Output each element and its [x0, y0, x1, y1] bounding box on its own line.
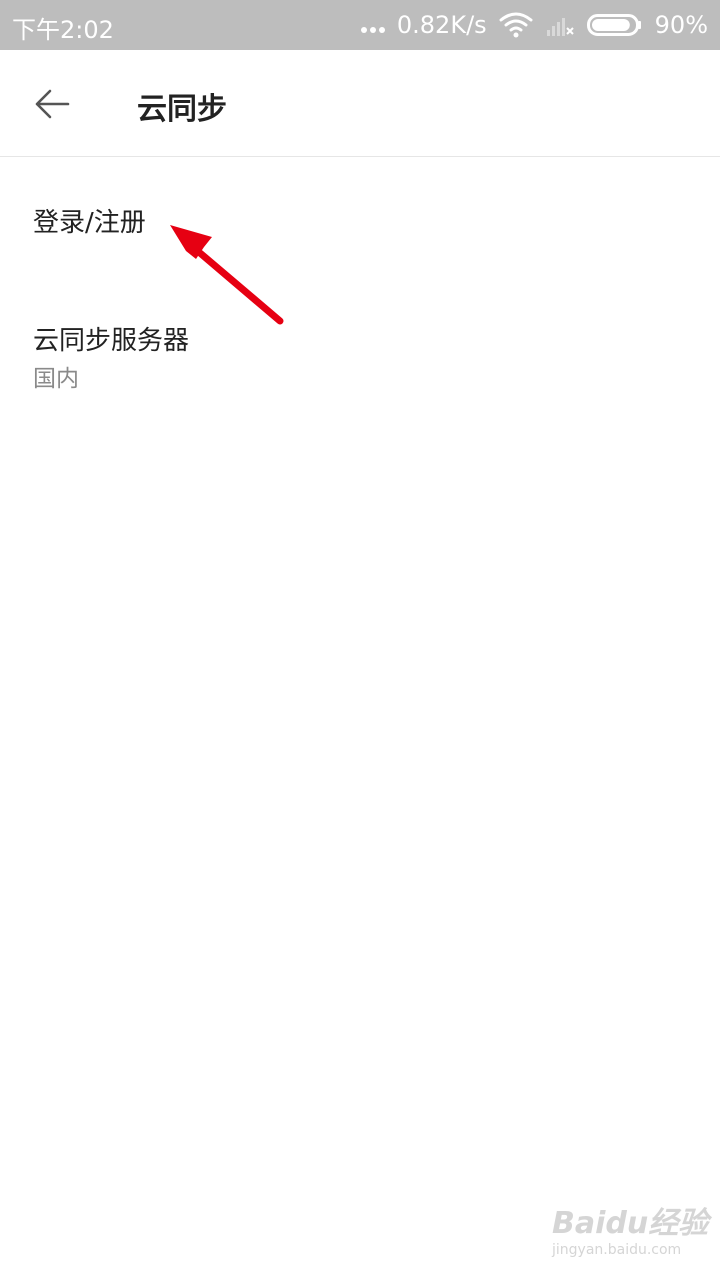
sync-server-item[interactable]: 云同步服务器 国内: [0, 290, 720, 410]
battery-icon: [586, 14, 641, 36]
status-bar: 下午2:02 0.82K/s 90%: [0, 0, 720, 50]
more-dots-icon: [360, 0, 385, 50]
status-time: 下午2:02: [12, 16, 114, 44]
login-register-label: 登录/注册: [33, 208, 146, 238]
page-title: 云同步: [137, 92, 227, 127]
arrow-left-icon: [35, 89, 70, 119]
status-indicators: 0.82K/s 90%: [360, 0, 708, 50]
watermark-logo: Baidu经验: [552, 1206, 709, 1241]
signal-off-icon: [546, 18, 574, 36]
wifi-icon: [499, 12, 533, 38]
annotation-arrow: [170, 225, 284, 325]
app-header: 云同步: [0, 50, 720, 157]
cloud-sync-screen: 下午2:02 0.82K/s 90% 云同步 登录/注册 云同步服务器 国内 B…: [0, 0, 720, 1280]
battery-percent: 90%: [654, 11, 708, 39]
network-speed: 0.82K/s: [396, 11, 487, 39]
watermark-site: jingyan.baidu.com: [552, 1242, 682, 1258]
login-register-item[interactable]: 登录/注册: [0, 158, 720, 278]
baidu-jingyan-watermark: Baidu经验 jingyan.baidu.com: [552, 1198, 708, 1268]
sync-server-value: 国内: [33, 366, 79, 392]
back-button[interactable]: [20, 72, 84, 136]
